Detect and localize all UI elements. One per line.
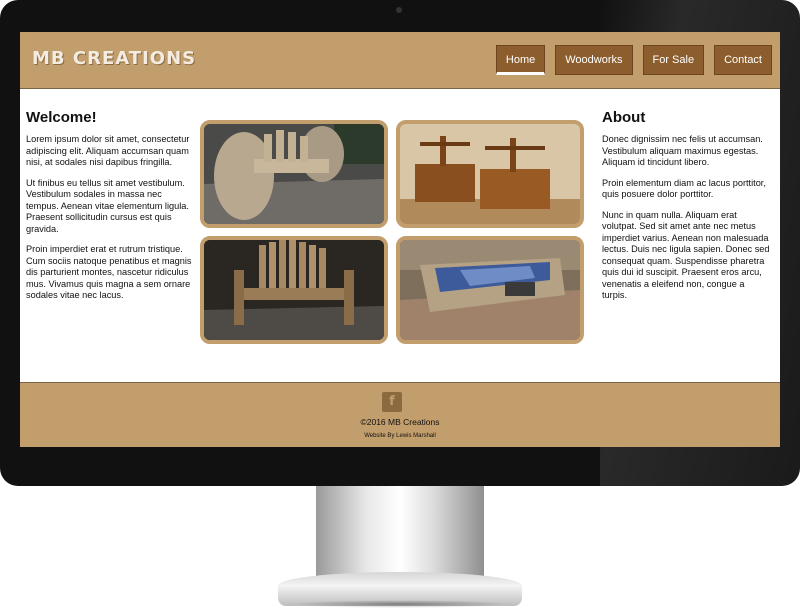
monitor-stand-neck	[316, 486, 484, 576]
webcam	[396, 7, 402, 13]
pallet-pet-bed-photo[interactable]	[396, 236, 584, 344]
stand-shadow	[290, 600, 510, 608]
photo-gallery	[200, 120, 588, 348]
nav-home-button[interactable]: Home	[495, 45, 546, 75]
about-section: About Donec dignissim nec felis ut accum…	[602, 109, 772, 311]
main-nav: Home Woodworks For Sale Contact	[495, 45, 772, 75]
site-header: MB CREATIONS Home Woodworks For Sale Con…	[20, 32, 780, 89]
credit-text: Website By Lewis Marshall	[364, 433, 436, 439]
site-logo[interactable]: MB CREATIONS	[32, 48, 196, 69]
wooden-carriers-photo[interactable]	[396, 120, 584, 228]
facebook-icon[interactable]: f	[382, 392, 402, 412]
nav-for-sale-button[interactable]: For Sale	[642, 45, 705, 75]
pallet-bench-photo[interactable]	[200, 236, 388, 344]
site-footer: f ©2016 MB Creations Website By Lewis Ma…	[20, 382, 780, 447]
cable-reel-bench-image	[204, 124, 384, 224]
nav-woodworks-button[interactable]: Woodworks	[555, 45, 633, 75]
welcome-heading: Welcome!	[26, 109, 97, 126]
about-paragraph: Proin elementum diam ac lacus porttitor,…	[602, 177, 766, 200]
pallet-pet-bed-image	[400, 240, 580, 340]
welcome-paragraph: Ut finibus eu tellus sit amet vestibulum…	[26, 177, 189, 234]
monitor-screen: MB CREATIONS Home Woodworks For Sale Con…	[20, 32, 780, 447]
welcome-paragraph: Lorem ipsum dolor sit amet, consectetur …	[26, 134, 190, 167]
monitor-bezel: MB CREATIONS Home Woodworks For Sale Con…	[0, 0, 800, 486]
about-paragraph: Donec dignissim nec felis ut accumsan. V…	[602, 134, 763, 167]
main-content: Welcome! Lorem ipsum dolor sit amet, con…	[20, 89, 780, 382]
wooden-carriers-image	[400, 124, 580, 224]
about-paragraph: Nunc in quam nulla. Aliquam erat volutpa…	[602, 209, 770, 301]
pallet-bench-image	[204, 240, 384, 340]
cable-reel-bench-photo[interactable]	[200, 120, 388, 228]
nav-contact-button[interactable]: Contact	[714, 45, 772, 75]
welcome-paragraph: Proin imperdiet erat et rutrum tristique…	[26, 244, 192, 300]
about-heading: About	[602, 109, 646, 126]
copyright-text: ©2016 MB Creations	[360, 417, 440, 427]
welcome-section: Welcome! Lorem ipsum dolor sit amet, con…	[26, 109, 196, 311]
